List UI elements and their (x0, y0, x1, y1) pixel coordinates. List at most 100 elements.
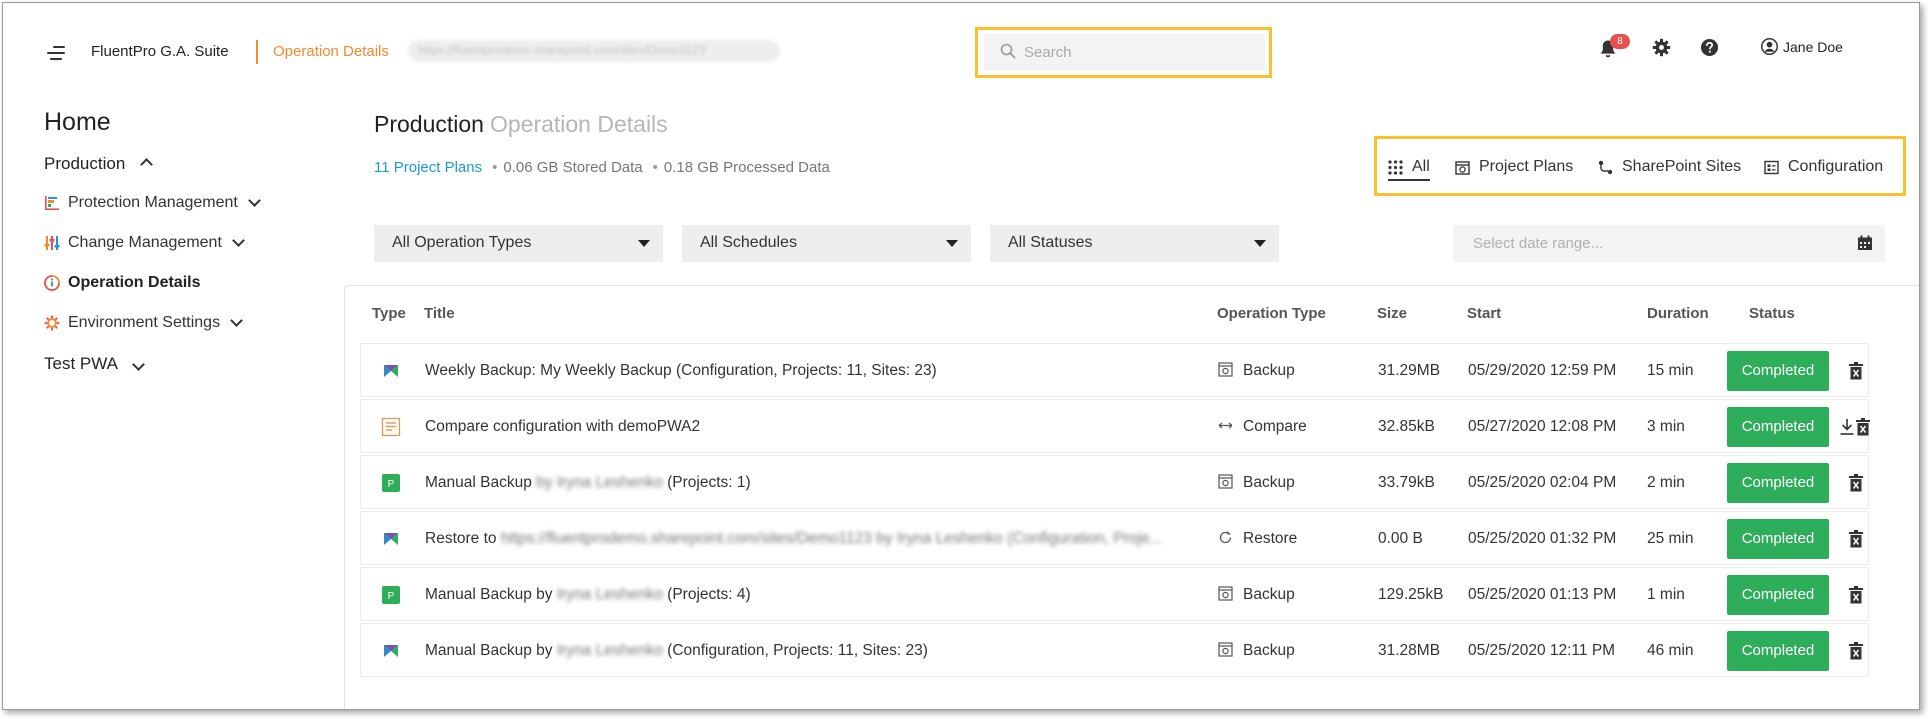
sidebar-item-label: Change Management (68, 234, 222, 251)
status-badge[interactable]: Completed (1727, 407, 1829, 447)
sharepoint-sites-icon (1598, 160, 1613, 174)
schedules-dropdown[interactable]: All Schedules (682, 225, 971, 262)
project-icon: P (382, 474, 400, 492)
chevron-down-icon (131, 358, 145, 371)
header-divider (256, 40, 258, 64)
backup-icon (1218, 362, 1233, 377)
row-start: 05/25/2020 12:11 PM (1468, 642, 1616, 659)
status-badge[interactable]: Completed (1727, 519, 1829, 559)
sidebar-env-production[interactable]: Production (44, 154, 153, 174)
table-row[interactable]: Restore to https://fluentprodemo.sharepo… (360, 511, 1869, 565)
status-badge[interactable]: Completed (1727, 351, 1829, 391)
sidebar-env-label: Production (44, 154, 126, 173)
tab-all[interactable]: All (1388, 158, 1430, 181)
date-range-input[interactable]: Select date range... (1453, 225, 1885, 262)
help-icon[interactable] (1700, 38, 1719, 57)
table-row[interactable]: P Manual Backup by Iryna Leshenko (Proje… (360, 455, 1869, 509)
row-size: 129.25kB (1378, 586, 1444, 603)
menu-icon[interactable] (47, 46, 67, 60)
notification-badge: 8 (1610, 34, 1630, 49)
sidebar-home[interactable]: Home (44, 108, 111, 137)
row-operation-type: Compare (1218, 400, 1368, 454)
tab-label: All (1412, 158, 1430, 175)
tab-label: Project Plans (1479, 158, 1574, 175)
delete-icon[interactable] (1848, 474, 1864, 492)
row-duration: 15 min (1647, 362, 1694, 379)
column-header-status[interactable]: Status (1749, 305, 1795, 322)
column-header-start[interactable]: Start (1467, 305, 1501, 322)
row-operation-type: Backup (1218, 568, 1368, 622)
column-header-title[interactable]: Title (424, 305, 455, 322)
row-title[interactable]: Manual Backup by Iryna Leshenko (Project… (425, 456, 1205, 510)
info-icon (44, 275, 60, 291)
tab-project-plans[interactable]: Project Plans (1455, 158, 1573, 176)
stored-data: 0.06 GB Stored Data (503, 159, 643, 176)
row-title[interactable]: Compare configuration with demoPWA2 (425, 400, 1205, 454)
table-row[interactable]: Compare configuration with demoPWA2 Comp… (360, 399, 1871, 454)
processed-data: 0.18 GB Processed Data (663, 159, 830, 176)
row-start: 05/25/2020 02:04 PM (1468, 474, 1617, 491)
project-plans-link[interactable]: 11 Project Plans (374, 159, 482, 176)
delete-icon[interactable] (1848, 362, 1864, 380)
delete-icon[interactable] (1855, 418, 1871, 436)
sidebar-item-change-management[interactable]: Change Management (44, 234, 245, 252)
column-header-size[interactable]: Size (1377, 305, 1407, 322)
row-title[interactable]: Weekly Backup: My Weekly Backup (Configu… (425, 344, 1205, 398)
blurred-user-name: by Iryna Leshenko (536, 474, 663, 491)
delete-icon[interactable] (1848, 586, 1864, 604)
search-input[interactable] (1024, 34, 1254, 70)
title-text: Manual Backup by (425, 586, 553, 603)
table-row[interactable]: P Manual Backup by Iryna Leshenko (Proje… (360, 567, 1869, 621)
status-badge[interactable]: Completed (1727, 463, 1829, 503)
statuses-dropdown[interactable]: All Statuses (990, 225, 1279, 262)
restore-icon (1219, 531, 1232, 544)
row-size: 31.28MB (1378, 642, 1441, 659)
page-title-env: Production (374, 111, 484, 137)
user-name[interactable]: Jane Doe (1783, 39, 1843, 55)
sidebar-item-environment-settings[interactable]: Environment Settings (44, 314, 243, 332)
delete-icon[interactable] (1848, 530, 1864, 548)
title-text: Restore to (425, 530, 497, 547)
sidebar-item-label: Operation Details (68, 274, 201, 291)
row-operation-type: Backup (1218, 624, 1368, 678)
blurred-restore-target: https://fluentprodemo.sharepoint.com/sit… (500, 530, 1163, 547)
table-row[interactable]: Weekly Backup: My Weekly Backup (Configu… (360, 343, 1869, 397)
download-icon[interactable] (1839, 418, 1855, 436)
row-title[interactable]: Restore to https://fluentprodemo.sharepo… (425, 512, 1205, 566)
user-avatar-icon[interactable] (1761, 38, 1778, 55)
table-row[interactable]: Manual Backup by Iryna Leshenko (Configu… (360, 623, 1869, 677)
svg-text:P: P (388, 479, 395, 490)
operation-types-dropdown[interactable]: All Operation Types (374, 225, 663, 262)
sidebar-env-test-pwa[interactable]: Test PWA (44, 354, 145, 374)
caret-down-icon (1254, 240, 1266, 247)
row-title[interactable]: Manual Backup by Iryna Leshenko (Project… (425, 568, 1205, 622)
date-range-placeholder: Select date range... (1473, 235, 1604, 252)
calendar-icon[interactable] (1857, 235, 1873, 251)
column-header-operation-type[interactable]: Operation Type (1217, 305, 1326, 322)
svg-text:P: P (388, 591, 395, 602)
sidebar-item-protection-management[interactable]: Protection Management (44, 194, 261, 212)
sidebar-item-operation-details[interactable]: Operation Details (44, 274, 200, 292)
gear-icon[interactable] (1652, 38, 1671, 57)
page-title: Production Operation Details (374, 111, 668, 138)
row-start: 05/25/2020 01:13 PM (1468, 586, 1617, 603)
sidebar-item-label: Protection Management (68, 194, 238, 211)
status-badge[interactable]: Completed (1727, 631, 1829, 671)
backup-icon (1218, 474, 1233, 489)
tab-configuration[interactable]: Configuration (1764, 158, 1883, 176)
app-name[interactable]: FluentPro G.A. Suite (91, 43, 229, 60)
chevron-down-icon (248, 194, 261, 207)
delete-icon[interactable] (1848, 642, 1864, 660)
row-operation-label: Backup (1243, 586, 1295, 603)
status-badge[interactable]: Completed (1727, 575, 1829, 615)
header-page-title: Operation Details (273, 43, 389, 60)
compare-icon (1218, 422, 1233, 429)
column-header-type[interactable]: Type (372, 305, 406, 322)
row-duration: 3 min (1647, 418, 1685, 435)
column-header-duration[interactable]: Duration (1647, 305, 1709, 322)
search-box[interactable] (984, 34, 1265, 70)
stats-summary: 11 Project Plans • 0.06 GB Stored Data • 0.1… (374, 159, 830, 176)
tab-sharepoint-sites[interactable]: SharePoint Sites (1598, 158, 1741, 176)
row-title[interactable]: Manual Backup by Iryna Leshenko (Configu… (425, 624, 1205, 678)
chevron-up-icon (140, 158, 153, 171)
